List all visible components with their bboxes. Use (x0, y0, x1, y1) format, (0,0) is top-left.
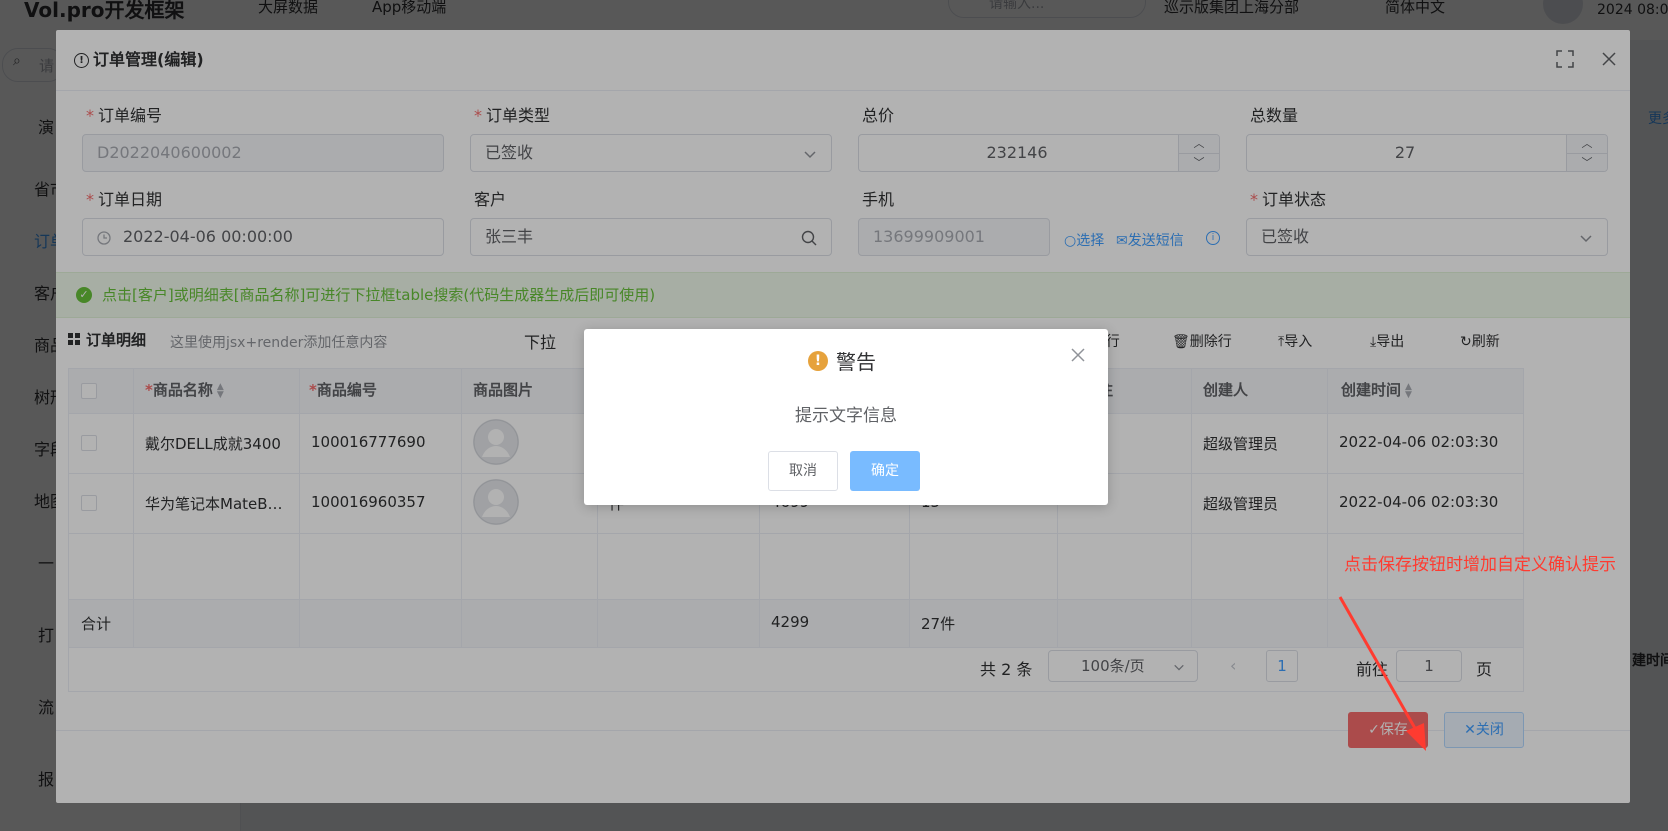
cancel-button[interactable]: 取消 (768, 451, 838, 491)
annotation-text: 点击保存按钮时增加自定义确认提示 (1344, 555, 1616, 575)
confirm-message: 提示文字信息 (795, 406, 897, 426)
confirm-title: 警告 (836, 350, 876, 374)
close-icon[interactable] (1070, 347, 1086, 363)
confirm-dialog: ! 警告 提示文字信息 取消 确定 (584, 329, 1108, 505)
ok-button[interactable]: 确定 (850, 451, 920, 491)
annotation-arrow (1338, 596, 1426, 751)
warning-icon: ! (808, 351, 828, 371)
